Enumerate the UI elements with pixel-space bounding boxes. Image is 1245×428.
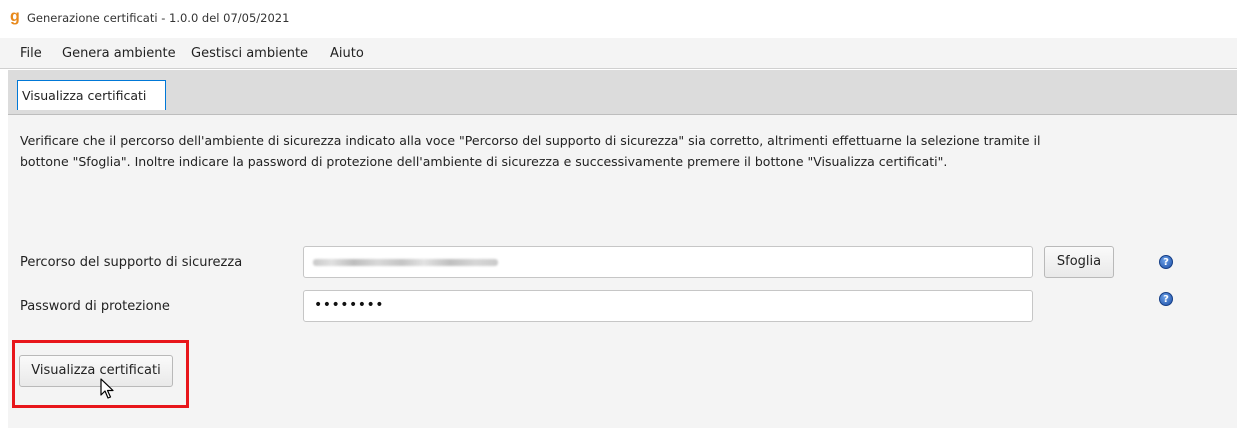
tab-visualizza-certificati[interactable]: Visualizza certificati (17, 80, 166, 110)
tab-label: Visualizza certificati (22, 88, 147, 103)
help-icon[interactable]: ? (1159, 255, 1173, 269)
path-value-redacted (313, 259, 498, 266)
mouse-pointer-icon (100, 378, 114, 399)
path-label: Percorso del supporto di sicurezza (20, 255, 243, 270)
instructions-text: Verificare che il percorso dell'ambiente… (20, 130, 1140, 172)
app-logo-icon: g (10, 8, 20, 25)
menu-item-gestisci-ambiente[interactable]: Gestisci ambiente (191, 46, 308, 61)
menu-item-file[interactable]: File (20, 46, 42, 61)
tab-bar: Visualizza certificati (8, 70, 1237, 115)
browse-button[interactable]: Sfoglia (1044, 246, 1114, 278)
password-input[interactable]: •••••••• (303, 290, 1033, 322)
password-label: Password di protezione (20, 299, 170, 314)
menu-bar: File Genera ambiente Gestisci ambiente A… (0, 38, 1237, 69)
title-bar: g Generazione certificati - 1.0.0 del 07… (0, 0, 1245, 34)
password-value: •••••••• (314, 297, 385, 313)
path-input[interactable] (303, 246, 1033, 278)
instructions-line-2: bottone "Sfoglia". Inoltre indicare la p… (20, 154, 948, 169)
menu-item-aiuto[interactable]: Aiuto (330, 46, 364, 61)
menu-item-genera-ambiente[interactable]: Genera ambiente (62, 46, 176, 61)
window-title: Generazione certificati - 1.0.0 del 07/0… (27, 11, 290, 25)
help-icon[interactable]: ? (1159, 292, 1173, 306)
main-panel: Verificare che il percorso dell'ambiente… (8, 115, 1237, 428)
instructions-line-1: Verificare che il percorso dell'ambiente… (20, 133, 1041, 148)
